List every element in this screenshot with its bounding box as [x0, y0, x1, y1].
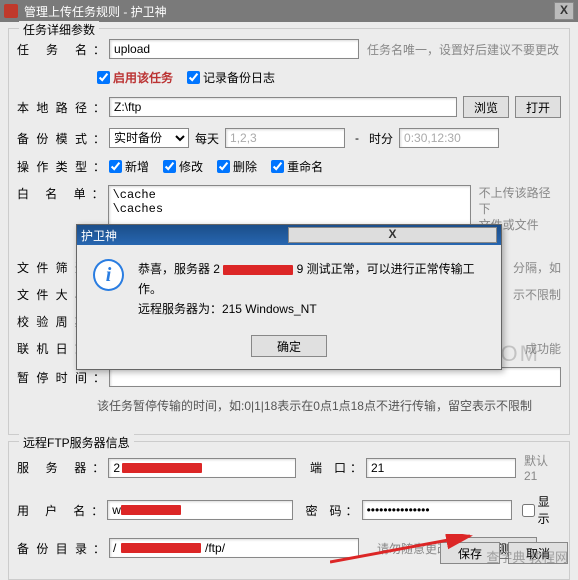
- open-button[interactable]: 打开: [515, 96, 561, 118]
- backup-mode-select[interactable]: 实时备份: [109, 128, 189, 148]
- port-label: 端 口: [296, 459, 346, 476]
- save-button[interactable]: 保存: [440, 542, 500, 564]
- task-name-label: 任 务 名: [17, 41, 89, 58]
- pass-label: 密 码: [293, 502, 342, 519]
- port-input[interactable]: [366, 458, 516, 478]
- op-mod-checkbox[interactable]: [163, 160, 176, 173]
- local-path-label: 本地路径: [17, 99, 89, 116]
- pass-input[interactable]: [362, 500, 512, 520]
- port-hint: 默认21: [524, 452, 561, 483]
- time-label: 时分: [369, 130, 393, 147]
- log-backup-checkbox[interactable]: [187, 71, 200, 84]
- user-label: 用 户 名: [17, 502, 87, 519]
- op-ren-label: 重命名: [287, 158, 323, 175]
- time-input[interactable]: [399, 128, 499, 148]
- message-dialog: 护卫神 X i 恭喜，服务器 2 9 测试正常，可以进行正常传输工作。 远程服务…: [76, 224, 502, 370]
- pause-time-label: 暂停时间: [17, 369, 89, 386]
- file-filter-hint: 分隔，如: [513, 259, 561, 276]
- dash: -: [355, 131, 359, 145]
- local-path-input[interactable]: [109, 97, 457, 117]
- every-day-label: 每天: [195, 130, 219, 147]
- window-titlebar: 管理上传任务规则 - 护卫神 X: [0, 0, 578, 22]
- op-new-checkbox[interactable]: [109, 160, 122, 173]
- backup-mode-label: 备份模式: [17, 130, 89, 147]
- op-type-label: 操作类型: [17, 158, 89, 175]
- whitelist-textarea[interactable]: \cache \caches: [108, 185, 471, 229]
- whitelist-label: 白 名 单: [17, 185, 88, 202]
- task-name-input[interactable]: [109, 39, 359, 59]
- dialog-ok-button[interactable]: 确定: [251, 335, 327, 357]
- show-pass-label: 显示: [538, 493, 561, 527]
- task-name-hint: 任务名唯一，设置好后建议不要更改: [367, 41, 559, 58]
- enable-task-checkbox[interactable]: [97, 71, 110, 84]
- redaction: [121, 543, 201, 553]
- pause-hint: 该任务暂停传输的时间，如:0|1|18表示在0点1点18点不进行传输，留空表示不…: [97, 397, 532, 414]
- window-title: 管理上传任务规则 - 护卫神: [24, 3, 554, 20]
- days-input[interactable]: [225, 128, 345, 148]
- redaction: [223, 265, 293, 275]
- redaction: [121, 505, 181, 515]
- browse-button[interactable]: 浏览: [463, 96, 509, 118]
- redaction: [122, 463, 202, 473]
- pause-time-input[interactable]: [109, 367, 561, 387]
- ftp-server-title: 远程FTP服务器信息: [19, 434, 134, 451]
- op-del-checkbox[interactable]: [217, 160, 230, 173]
- enable-task-label: 启用该任务: [113, 69, 173, 86]
- show-pass-checkbox[interactable]: [522, 504, 535, 517]
- dialog-titlebar: 护卫神 X: [77, 225, 501, 245]
- op-ren-checkbox[interactable]: [271, 160, 284, 173]
- dialog-title: 护卫神: [81, 227, 288, 244]
- cancel-button[interactable]: 取消: [508, 542, 568, 564]
- link-log-hint: 成功能: [525, 340, 561, 357]
- window-close-button[interactable]: X: [554, 2, 574, 20]
- app-icon: [4, 4, 18, 18]
- log-backup-label: 记录备份日志: [203, 69, 275, 86]
- backup-dir-hint: 请勿随意更改: [377, 540, 449, 557]
- file-size-hint: 示不限制: [513, 286, 561, 303]
- op-new-label: 新增: [125, 158, 149, 175]
- dialog-close-button[interactable]: X: [288, 227, 497, 243]
- info-icon: i: [93, 259, 124, 291]
- op-del-label: 删除: [233, 158, 257, 175]
- server-label: 服 务 器: [17, 459, 88, 476]
- dialog-message: 恭喜，服务器 2 9 测试正常，可以进行正常传输工作。 远程服务器为：215 W…: [138, 259, 485, 319]
- task-params-title: 任务详细参数: [19, 21, 99, 38]
- backup-dir-label: 备份目录: [17, 540, 89, 557]
- op-mod-label: 修改: [179, 158, 203, 175]
